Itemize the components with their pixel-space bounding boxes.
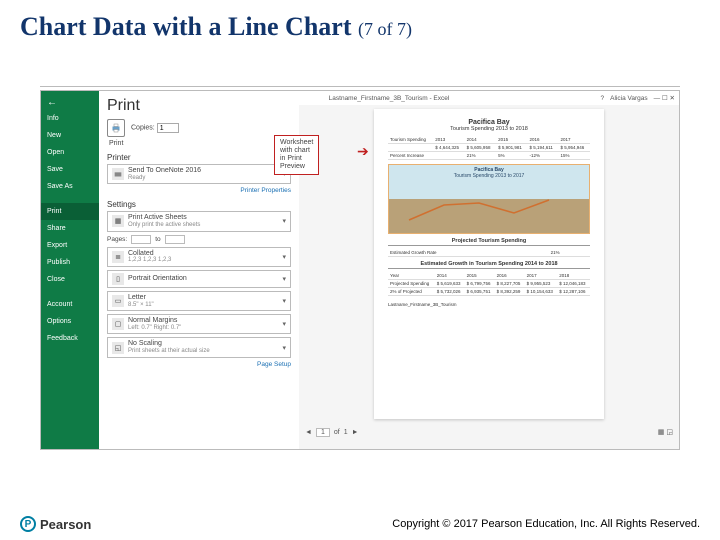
settings-section-label: Settings — [107, 200, 291, 209]
user-name: Alicia Vargas — [610, 95, 647, 102]
window-controls[interactable]: — ☐ ✕ — [654, 94, 675, 102]
sidebar-item-options[interactable]: Options — [41, 313, 99, 330]
projection-table: Year20142015201620172018 Projected Spend… — [388, 272, 590, 296]
sidebar-item-print[interactable]: Print — [41, 203, 99, 220]
page-setup-link[interactable]: Page Setup — [107, 361, 291, 368]
print-what-dropdown[interactable]: ▦Print Active SheetsOnly print the activ… — [107, 211, 291, 231]
printer-dropdown[interactable]: Send To OneNote 2016Ready ▾ — [107, 164, 291, 184]
print-settings-panel: Print Copies: Print Printer Send To OneN… — [99, 91, 299, 449]
collate-dropdown[interactable]: ≣Collated1,2,3 1,2,3 1,2,3▾ — [107, 247, 291, 267]
pearson-logo: PPearson — [20, 516, 91, 532]
zoom-icon[interactable]: ◲ — [666, 429, 673, 436]
next-page-button[interactable]: ► — [352, 429, 359, 436]
print-button[interactable] — [107, 119, 125, 137]
copies-label: Copies: — [131, 125, 155, 132]
growth-rate-table: Estimated Growth Rate21% — [388, 249, 590, 257]
sidebar-item-new[interactable]: New — [41, 127, 99, 144]
zoom-to-page-icon[interactable]: ▦ — [658, 429, 665, 436]
print-heading: Print — [107, 97, 291, 115]
pages-from-input[interactable] — [131, 235, 151, 244]
slide-title: Chart Data with a Line Chart (7 of 7) — [0, 0, 720, 46]
printer-section-label: Printer — [107, 153, 291, 162]
preview-nav: ◄ 1 of 1 ► ▦ ◲ — [299, 423, 679, 441]
copies-input[interactable] — [157, 123, 179, 133]
doc-title: Pacifica Bay — [388, 119, 590, 126]
back-button[interactable]: ← — [41, 95, 99, 110]
sidebar-item-account[interactable]: Account — [41, 296, 99, 313]
section-estimated: Estimated Growth in Tourism Spending 201… — [388, 261, 590, 269]
doc-subtitle: Tourism Spending 2013 to 2018 — [388, 126, 590, 132]
scaling-dropdown[interactable]: ◱No ScalingPrint sheets at their actual … — [107, 337, 291, 357]
window-filename: Lastname_Firstname_3B_Tourism - Excel — [329, 95, 450, 102]
page-number: 1 — [316, 428, 330, 437]
sheets-icon: ▦ — [112, 215, 124, 227]
help-icon[interactable]: ? — [601, 95, 605, 102]
doc-footer-filename: Lastname_Firstname_3B_Tourism — [388, 302, 590, 307]
print-button-label: Print — [109, 140, 291, 147]
scaling-icon: ◱ — [112, 342, 124, 354]
pages-to-input[interactable] — [165, 235, 185, 244]
margins-icon: ▢ — [112, 318, 124, 330]
preview-page: Pacifica Bay Tourism Spending 2013 to 20… — [374, 109, 604, 419]
printer-properties-link[interactable]: Printer Properties — [107, 187, 291, 194]
spending-table: Tourism Spending20132014201520162017 $ 4… — [388, 136, 590, 160]
collate-icon: ≣ — [112, 251, 124, 263]
sidebar-item-info[interactable]: Info — [41, 110, 99, 127]
sidebar-item-save[interactable]: Save — [41, 161, 99, 178]
orientation-dropdown[interactable]: ▯Portrait Orientation▾ — [107, 270, 291, 288]
sidebar-item-open[interactable]: Open — [41, 144, 99, 161]
sidebar-item-feedback[interactable]: Feedback — [41, 330, 99, 347]
margins-dropdown[interactable]: ▢Normal MarginsLeft: 0.7" Right: 0.7"▾ — [107, 314, 291, 334]
sidebar-item-share[interactable]: Share — [41, 220, 99, 237]
sidebar-item-export[interactable]: Export — [41, 237, 99, 254]
callout-box: Worksheet with chartin Print Preview — [274, 135, 319, 175]
line-chart: Pacifica BayTourism Spending 2013 to 201… — [388, 164, 590, 234]
slide-footer: PPearson Copyright © 2017 Pearson Educat… — [0, 516, 720, 532]
sidebar-item-saveas[interactable]: Save As — [41, 178, 99, 195]
paper-size-dropdown[interactable]: ▭Letter8.5" × 11"▾ — [107, 291, 291, 311]
printer-icon — [112, 168, 124, 180]
sidebar-item-close[interactable]: Close — [41, 271, 99, 288]
portrait-icon: ▯ — [112, 273, 124, 285]
page-total: 1 — [344, 429, 348, 436]
section-projected: Projected Tourism Spending — [388, 238, 590, 246]
prev-page-button[interactable]: ◄ — [305, 429, 312, 436]
pages-range: Pages:to — [107, 235, 291, 244]
page-icon: ▭ — [112, 295, 124, 307]
copyright-text: Copyright © 2017 Pearson Education, Inc.… — [392, 518, 700, 530]
callout-arrow-icon: ➔ — [357, 143, 369, 160]
sidebar-item-publish[interactable]: Publish — [41, 254, 99, 271]
excel-backstage-window: Lastname_Firstname_3B_Tourism - Excel ? … — [40, 90, 680, 450]
backstage-sidebar: ← Info New Open Save Save As Print Share… — [41, 91, 99, 449]
print-preview-pane: Pacifica Bay Tourism Spending 2013 to 20… — [299, 91, 679, 449]
